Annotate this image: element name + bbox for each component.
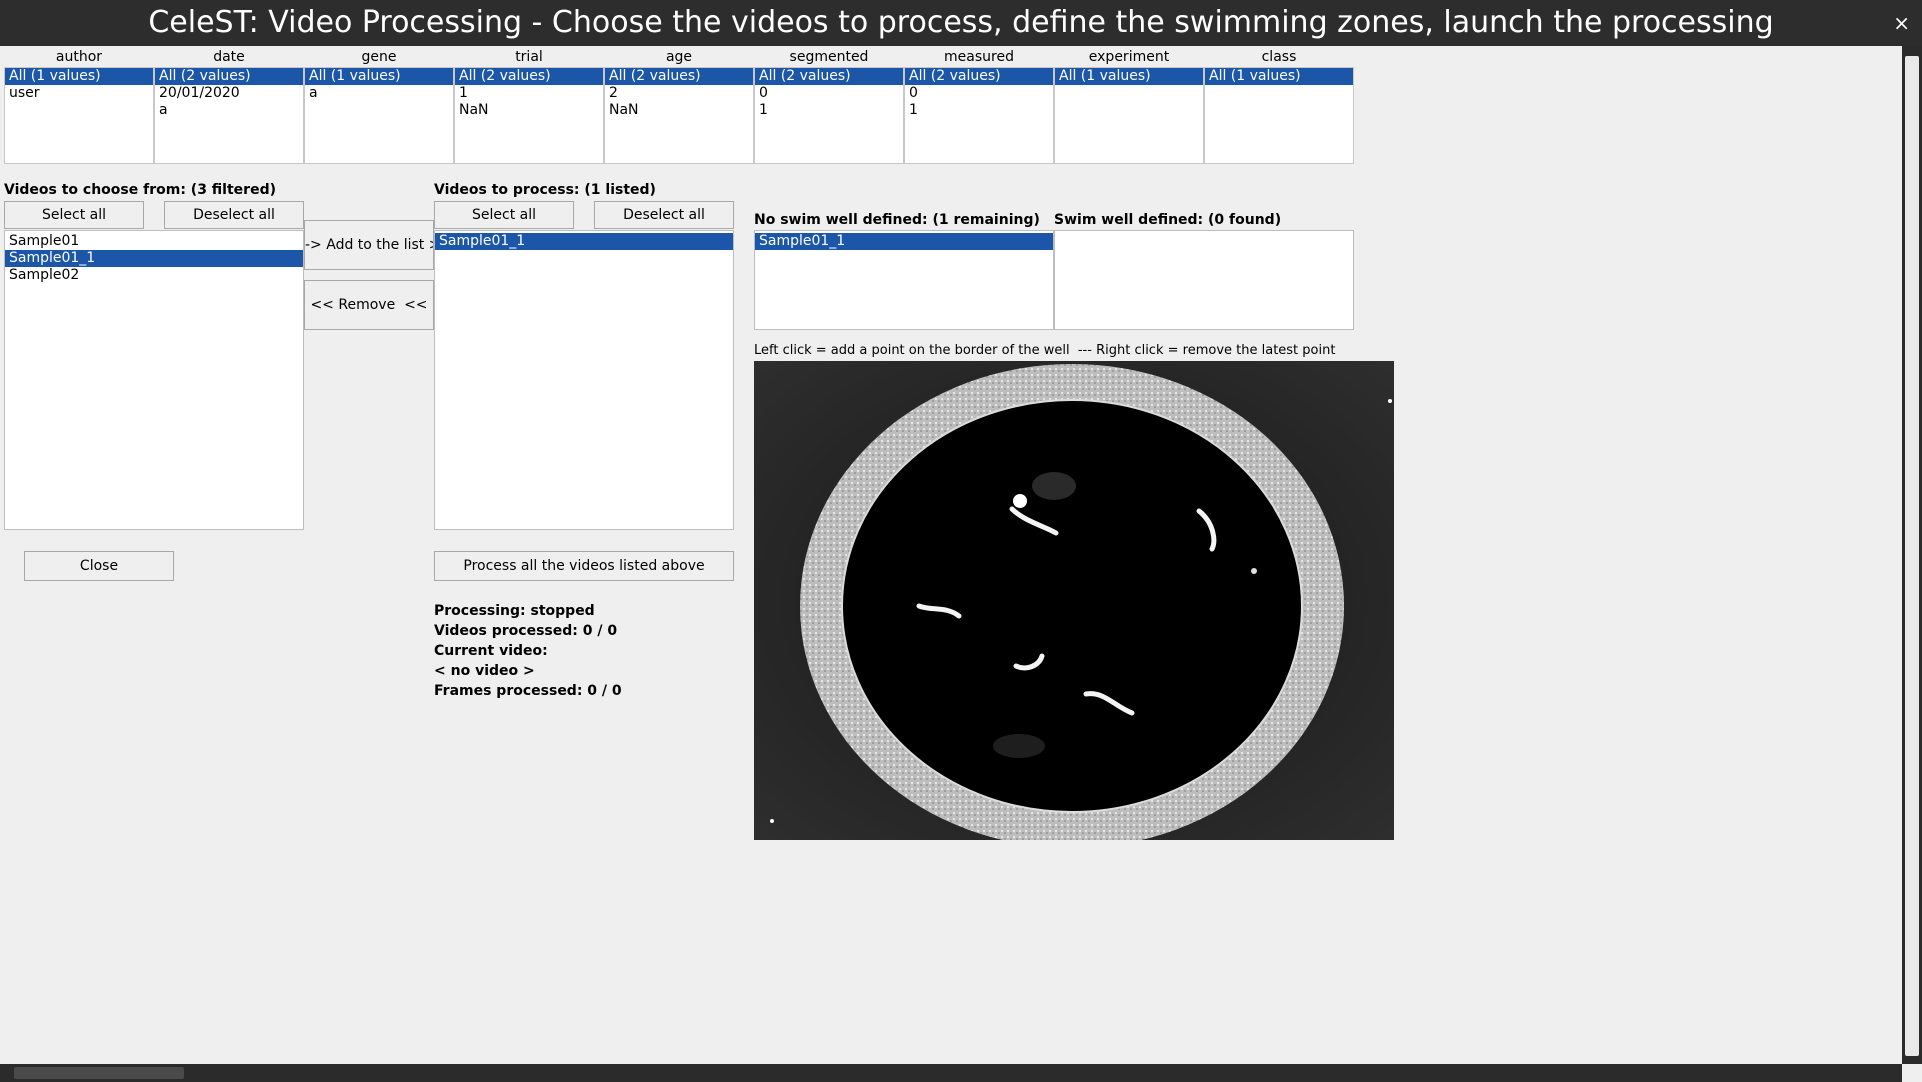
list-item-selected[interactable]: Sample01_1 [435,233,733,250]
filter-header-experiment: experiment [1088,49,1170,65]
filter-list-experiment[interactable]: All (1 values) [1054,67,1204,164]
process-select-all-button[interactable]: Select all [434,201,574,229]
swim-well-label: Swim well defined: (0 found) [1054,212,1282,228]
filter-list-author[interactable]: All (1 values) user [4,67,154,164]
filter-list-gene[interactable]: All (1 values) a [304,67,454,164]
choose-video-list[interactable]: Sample01 Sample01_1 Sample02 [4,230,304,530]
filter-item[interactable]: a [155,102,303,119]
filter-list-segmented[interactable]: All (2 values) 0 1 [754,67,904,164]
filter-item-all[interactable]: All (2 values) [905,68,1053,85]
filter-item-all[interactable]: All (2 values) [605,68,753,85]
filter-header-segmented: segmented [789,49,869,65]
filter-item[interactable]: user [5,85,153,102]
filter-item[interactable]: 20/01/2020 [155,85,303,102]
window-title: CeleST: Video Processing - Choose the vi… [0,0,1922,46]
process-video-list[interactable]: Sample01_1 [434,230,734,530]
no-swim-well-list[interactable]: Sample01_1 [754,230,1054,330]
close-window-icon[interactable]: × [1893,0,1910,46]
close-button[interactable]: Close [24,551,174,581]
filter-item-all[interactable]: All (2 values) [755,68,903,85]
remove-button[interactable]: << Remove << [304,280,434,330]
videos-processed: Videos processed: 0 / 0 [434,623,618,639]
current-video-value: < no video > [434,663,535,679]
list-item[interactable]: Sample01 [5,233,303,250]
filter-header-age: age [665,49,693,65]
filter-header-trial: trial [515,49,543,65]
click-instructions: Left click = add a point on the border o… [754,343,1336,358]
filter-item[interactable]: a [305,85,453,102]
swim-well-list[interactable] [1054,230,1354,330]
filter-list-trial[interactable]: All (2 values) 1 NaN [454,67,604,164]
well-image[interactable] [754,361,1394,840]
filter-item-all[interactable]: All (1 values) [1205,68,1353,85]
filter-item-all[interactable]: All (2 values) [455,68,603,85]
choose-select-all-button[interactable]: Select all [4,201,144,229]
filter-item[interactable]: 0 [905,85,1053,102]
choose-label: Videos to choose from: (3 filtered) [4,182,276,198]
filter-item[interactable]: 1 [905,102,1053,119]
process-all-button[interactable]: Process all the videos listed above [434,551,734,581]
no-swim-well-label: No swim well defined: (1 remaining) [754,212,1040,228]
filter-item[interactable]: 1 [455,85,603,102]
filter-item[interactable]: NaN [605,102,753,119]
filter-item-all[interactable]: All (1 values) [305,68,453,85]
list-item-selected[interactable]: Sample01_1 [5,250,303,267]
filter-item[interactable]: NaN [455,102,603,119]
filter-item-all[interactable]: All (1 values) [5,68,153,85]
filter-list-date[interactable]: All (2 values) 20/01/2020 a [154,67,304,164]
filter-header-gene: gene [361,49,397,65]
video-frame[interactable] [754,361,1394,840]
list-item-selected[interactable]: Sample01_1 [755,233,1053,250]
filter-list-class[interactable]: All (1 values) [1204,67,1354,164]
filter-item[interactable]: 2 [605,85,753,102]
horizontal-scroll-thumb[interactable] [14,1067,184,1079]
filter-item-all[interactable]: All (2 values) [155,68,303,85]
filter-item[interactable]: 0 [755,85,903,102]
filter-list-age[interactable]: All (2 values) 2 NaN [604,67,754,164]
filter-item[interactable]: 1 [755,102,903,119]
processing-status: Processing: stopped [434,603,595,619]
add-to-list-button[interactable]: -> Add to the list >> [304,220,434,270]
list-item[interactable]: Sample02 [5,267,303,284]
vertical-scrollbar[interactable] [1902,46,1922,1064]
filter-header-measured: measured [944,49,1014,65]
filter-header-date: date [213,49,245,65]
filter-item-all[interactable]: All (1 values) [1055,68,1203,85]
horizontal-scrollbar[interactable] [0,1064,1902,1082]
current-video-label: Current video: [434,643,548,659]
filter-header-class: class [1261,49,1297,65]
choose-deselect-all-button[interactable]: Deselect all [164,201,304,229]
process-deselect-all-button[interactable]: Deselect all [594,201,734,229]
filter-header-author: author [55,49,103,65]
process-label: Videos to process: (1 listed) [434,182,656,198]
vertical-scroll-thumb[interactable] [1905,56,1919,1056]
filter-list-measured[interactable]: All (2 values) 0 1 [904,67,1054,164]
frames-processed: Frames processed: 0 / 0 [434,683,622,699]
